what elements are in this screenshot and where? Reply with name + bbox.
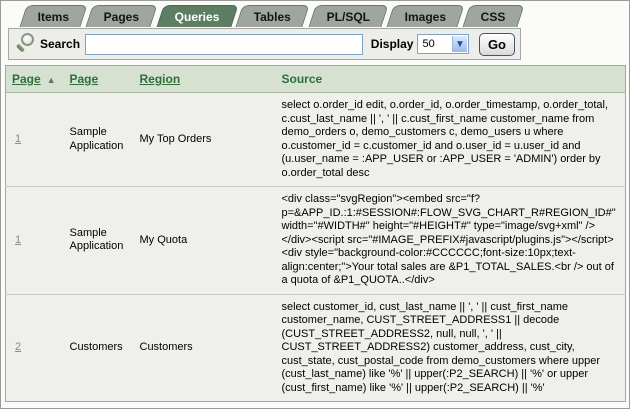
page-name-cell: Customers <box>64 294 134 402</box>
column-header-region-link[interactable]: Region <box>140 72 181 86</box>
region-cell: Customers <box>134 294 276 402</box>
go-button[interactable]: Go <box>479 33 515 56</box>
page-number-link[interactable]: 1 <box>15 133 21 145</box>
column-header-page-link[interactable]: Page <box>12 72 41 86</box>
region-cell: My Top Orders <box>134 93 276 187</box>
tab-tables[interactable]: Tables <box>236 5 310 27</box>
column-header-pagename-link[interactable]: Page <box>70 72 99 86</box>
tab-css-label: CSS <box>481 10 506 24</box>
sort-asc-icon: ▲ <box>47 75 56 85</box>
display-select-value: 50 <box>422 38 434 50</box>
table-row: 1 Sample Application My Top Orders selec… <box>6 93 626 187</box>
column-header-source-label: Source <box>282 72 323 86</box>
column-header-pagename: Page <box>64 66 134 93</box>
search-toolbar: Search Display 50 ▼ Go <box>8 28 521 60</box>
source-cell: <div class="svgRegion"><embed src="f?p=&… <box>276 187 626 295</box>
page-number-cell: 1 <box>6 187 64 295</box>
tab-images[interactable]: Images <box>386 5 465 27</box>
tab-plsql[interactable]: PL/SQL <box>308 5 388 27</box>
tab-queries[interactable]: Queries <box>156 5 238 27</box>
queries-report-table: Page ▲ Page Region Source 1 Sample Applic… <box>5 65 626 402</box>
tab-pages[interactable]: Pages <box>86 5 159 27</box>
column-header-source: Source <box>276 66 626 93</box>
tab-pages-label: Pages <box>104 10 139 24</box>
search-icon <box>14 31 38 57</box>
app-window: Items Pages Queries Tables PL/SQL Images… <box>0 0 630 409</box>
table-row: 1 Sample Application My Quota <div class… <box>6 187 626 295</box>
tab-bar: Items Pages Queries Tables PL/SQL Images… <box>1 1 629 27</box>
tab-images-label: Images <box>405 10 446 24</box>
page-number-cell: 2 <box>6 294 64 402</box>
display-label: Display <box>371 37 414 51</box>
search-input[interactable] <box>85 34 363 55</box>
chevron-down-icon[interactable]: ▼ <box>452 36 467 52</box>
tab-tables-label: Tables <box>254 10 291 24</box>
table-header-row: Page ▲ Page Region Source <box>6 66 626 93</box>
source-cell: select customer_id, cust_last_name || ',… <box>276 294 626 402</box>
page-name-cell: Sample Application <box>64 187 134 295</box>
tab-plsql-label: PL/SQL <box>326 10 369 24</box>
display-select[interactable]: 50 ▼ <box>417 34 468 54</box>
search-label: Search <box>40 37 80 51</box>
page-number-link[interactable]: 1 <box>15 234 21 246</box>
column-header-page-sorted: Page ▲ <box>6 66 64 93</box>
tab-items[interactable]: Items <box>19 5 88 27</box>
region-cell: My Quota <box>134 187 276 295</box>
tab-css[interactable]: CSS <box>463 5 525 27</box>
search-icon-glass <box>21 33 34 46</box>
page-number-link[interactable]: 2 <box>15 341 21 353</box>
tab-items-label: Items <box>38 10 69 24</box>
table-row: 2 Customers Customers select customer_id… <box>6 294 626 402</box>
source-cell: select o.order_id edit, o.order_id, o.or… <box>276 93 626 187</box>
page-name-cell: Sample Application <box>64 93 134 187</box>
page-number-cell: 1 <box>6 93 64 187</box>
column-header-region: Region <box>134 66 276 93</box>
tab-queries-label: Queries <box>175 10 220 24</box>
